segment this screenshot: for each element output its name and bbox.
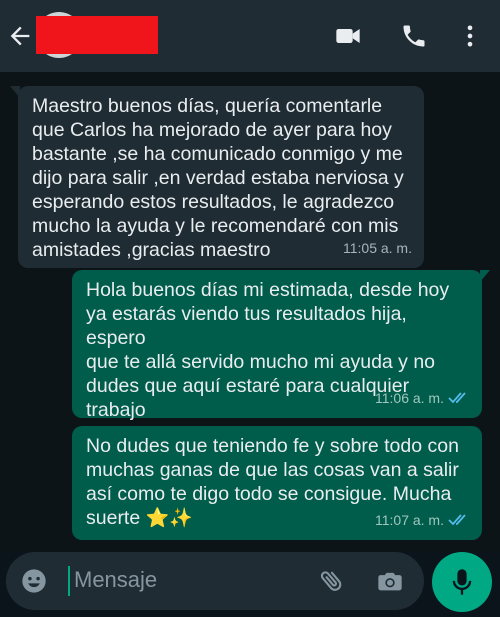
message-input[interactable]: Mensaje (74, 567, 157, 593)
message-time: 11:07 a. m. (374, 512, 444, 528)
message-time: 11:06 a. m. (374, 390, 444, 406)
chat-header (0, 0, 500, 72)
video-call-icon[interactable] (334, 22, 362, 50)
attach-paperclip-icon[interactable] (318, 567, 346, 595)
bubble-tail (10, 86, 20, 98)
contact-name-redacted[interactable] (36, 16, 158, 54)
bubble-tail (480, 270, 490, 282)
message-incoming[interactable]: Maestro buenos días, quería comentarle q… (10, 86, 424, 268)
message-time: 11:05 a. m. (342, 240, 412, 256)
double-check-read-icon (448, 392, 466, 404)
text-cursor (68, 566, 70, 596)
message-meta: 11:06 a. m. (375, 386, 470, 410)
message-meta: 11:05 a. m. (343, 236, 412, 260)
message-composer[interactable]: Mensaje (6, 552, 424, 610)
back-arrow-icon[interactable] (6, 22, 34, 50)
message-outgoing[interactable]: Hola buenos días mi estimada, desde hoy … (72, 270, 490, 469)
message-outgoing[interactable]: No dudes que teniendo fe y sobre todo co… (72, 426, 482, 540)
more-options-icon[interactable] (456, 22, 484, 50)
voice-call-icon[interactable] (400, 22, 428, 50)
star-sparkles-emoji: ⭐✨ (145, 508, 193, 529)
message-list[interactable]: Maestro buenos días, quería comentarle q… (0, 72, 500, 552)
emoji-icon[interactable] (20, 567, 48, 595)
double-check-read-icon (448, 514, 466, 526)
camera-icon[interactable] (376, 567, 404, 595)
voice-message-button[interactable] (432, 552, 492, 612)
microphone-icon (452, 569, 472, 595)
message-meta: 11:07 a. m. (375, 508, 470, 532)
